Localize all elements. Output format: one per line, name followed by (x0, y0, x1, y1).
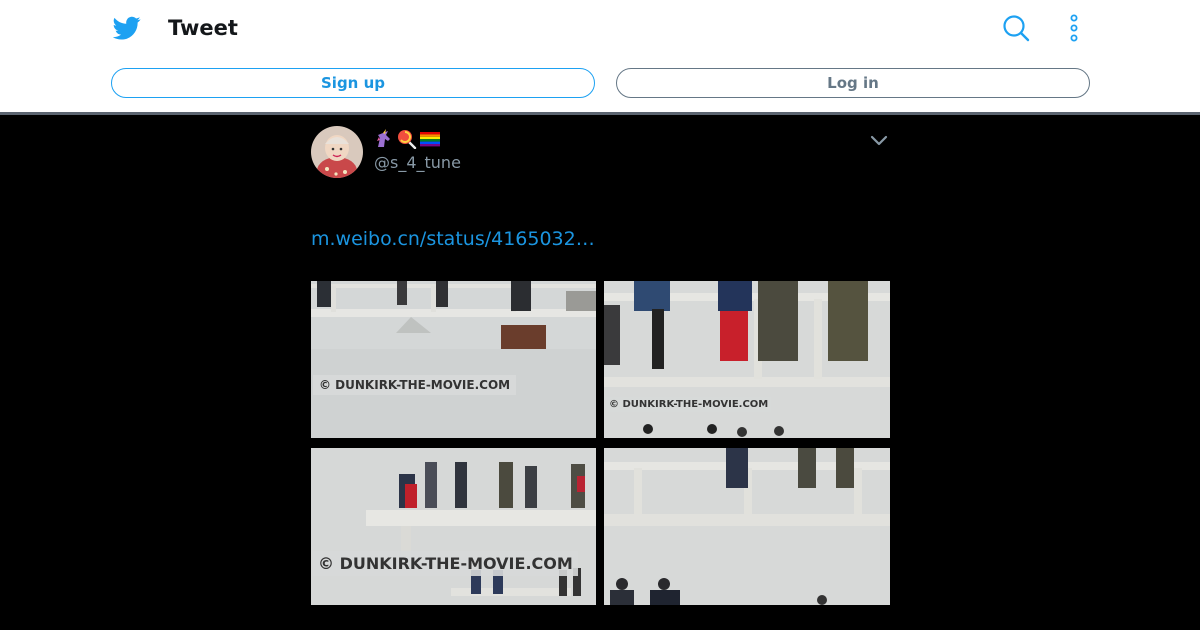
photo-watermark: © DUNKIRK-THE-MOVIE.COM (313, 375, 517, 395)
tweet-photo[interactable]: © DUNKIRK-THE-MOVIE.COM (604, 281, 890, 438)
sign-up-button[interactable]: Sign up (111, 68, 595, 98)
avatar[interactable] (311, 126, 363, 178)
tweet-link[interactable]: m.weibo.cn/status/4165032… (311, 227, 595, 251)
photo-watermark: © DUNKIRK-THE-MOVIE.COM (606, 397, 772, 412)
rainbow-flag-icon (420, 132, 440, 147)
top-bar: Tweet Sign up Log in (0, 0, 1200, 115)
more-vertical-icon[interactable] (1064, 14, 1084, 42)
display-name (374, 129, 440, 151)
search-icon[interactable] (1002, 14, 1030, 42)
chevron-down-icon[interactable] (869, 132, 889, 148)
tweet-photo[interactable] (604, 448, 890, 605)
unicorn-icon (377, 129, 390, 147)
lollipop-icon (398, 130, 417, 149)
photo-watermark: © DUNKIRK-THE-MOVIE.COM (313, 551, 578, 576)
user-handle[interactable]: @s_4_tune (374, 153, 461, 173)
tweet-photo[interactable]: © DUNKIRK-THE-MOVIE.COM (311, 448, 596, 605)
log-in-button[interactable]: Log in (616, 68, 1090, 98)
page-title: Tweet (168, 16, 238, 40)
twitter-bird-icon[interactable] (113, 14, 141, 42)
tweet-photo[interactable]: © DUNKIRK-THE-MOVIE.COM (311, 281, 596, 438)
